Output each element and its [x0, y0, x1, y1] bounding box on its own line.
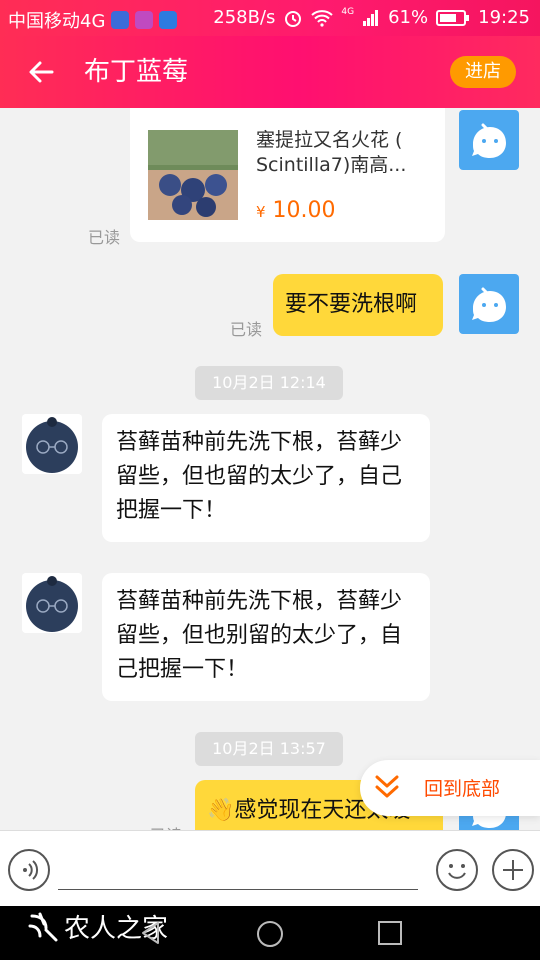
my-message-text: 要不要洗根啊 — [285, 292, 418, 317]
status-bar-right: 258B/s 4G 61% 19:25 — [213, 6, 530, 29]
nav-recents-icon[interactable] — [377, 920, 403, 946]
alarm-icon — [285, 10, 302, 27]
video-notification-icon — [159, 11, 178, 29]
timestamp: 10月2日 12:14 — [195, 366, 343, 400]
read-receipt: 已读 — [88, 228, 121, 247]
product-price: ¥ 10.00 — [256, 198, 336, 223]
product-image — [148, 130, 238, 220]
app-notification-icon — [111, 11, 130, 29]
price-value: 10.00 — [272, 198, 336, 223]
network-type-badge: 4G — [341, 6, 355, 17]
back-arrow-icon[interactable] — [24, 54, 60, 90]
wifi-icon — [311, 9, 334, 27]
status-bar: 中国移动4G 258B/s 4G 61% 19:25 — [0, 0, 540, 36]
battery-percent: 61% — [388, 7, 429, 28]
enter-shop-button[interactable]: 进店 — [450, 56, 516, 88]
carrier-label: 中国移动4G — [8, 11, 106, 32]
seller-avatar[interactable] — [22, 414, 82, 474]
gallery-notification-icon — [135, 11, 154, 29]
double-chevron-down-icon — [375, 775, 399, 798]
signal-icon — [363, 9, 379, 26]
nav-back-icon[interactable] — [138, 920, 164, 946]
scroll-to-bottom-button[interactable]: 回到底部 — [360, 760, 540, 816]
currency-symbol: ¥ — [256, 203, 266, 221]
chat-header: 布丁蓝莓 进店 — [0, 36, 540, 108]
seller-message-bubble[interactable]: 苔藓苗种前先洗下根，苔藓少留些，但也留的太少了，自己把握一下！ — [102, 414, 430, 542]
read-receipt: 已读 — [150, 822, 182, 830]
nav-home-icon[interactable] — [256, 920, 284, 948]
seller-message-bubble[interactable]: 苔藓苗种前先洗下根，苔藓少留些，但也别留的太少了，自己把握一下！ — [102, 573, 430, 701]
status-bar-left: 中国移动4G — [8, 7, 178, 33]
voice-button[interactable] — [8, 849, 50, 891]
plus-button[interactable] — [492, 849, 534, 891]
my-avatar[interactable] — [459, 274, 519, 334]
chat-area[interactable]: 塞提拉又名火花 ( Scintilla7)南高... ¥ 10.00 已读 要不… — [0, 108, 540, 830]
emoji-icon — [448, 864, 466, 879]
my-message-bubble[interactable]: 要不要洗根啊 — [273, 274, 443, 336]
emoji-button[interactable] — [436, 849, 478, 891]
seller-message-text: 苔藓苗种前先洗下根，苔藓少留些，但也留的太少了，自己把握一下！ — [116, 430, 403, 523]
plus-icon — [503, 860, 523, 880]
chat-title: 布丁蓝莓 — [84, 57, 189, 87]
net-speed: 258B/s — [213, 7, 276, 28]
input-bar — [0, 830, 540, 907]
product-card[interactable]: 塞提拉又名火花 ( Scintilla7)南高... ¥ 10.00 — [130, 108, 445, 242]
seller-avatar[interactable] — [22, 573, 82, 633]
watermark-logo-icon — [28, 912, 58, 941]
voice-icon — [23, 860, 39, 880]
blueberry-avatar-icon — [22, 414, 82, 474]
blueberry-avatar-icon — [22, 573, 82, 633]
product-title: 塞提拉又名火花 ( Scintilla7)南高... — [256, 129, 407, 176]
seller-message-text: 苔藓苗种前先洗下根，苔藓少留些，但也别留的太少了，自己把握一下！ — [116, 589, 403, 682]
bird-avatar-icon — [472, 123, 506, 158]
my-avatar[interactable] — [459, 110, 519, 170]
message-input[interactable] — [58, 889, 418, 890]
bird-avatar-icon — [472, 287, 506, 322]
read-receipt: 已读 — [230, 320, 263, 339]
battery-icon — [436, 9, 470, 26]
wave-hand-icon: 👋 — [207, 798, 235, 823]
system-nav-bar: 农人之家 — [0, 906, 540, 960]
clock: 19:25 — [478, 7, 530, 28]
scroll-to-bottom-label: 回到底部 — [424, 778, 501, 800]
timestamp: 10月2日 13:57 — [195, 732, 343, 766]
